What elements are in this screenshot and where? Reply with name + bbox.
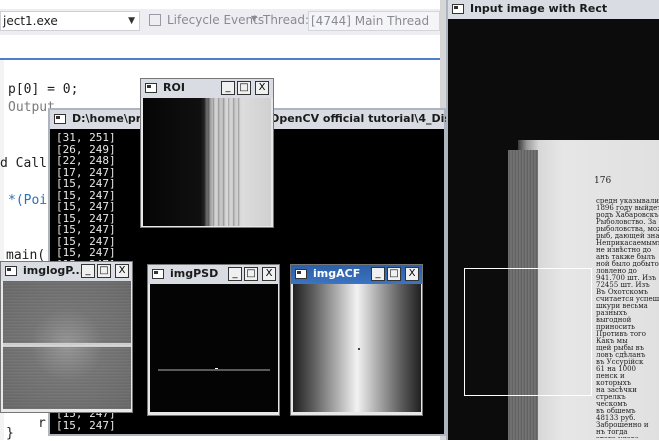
close-button[interactable]: X	[405, 267, 419, 281]
close-button[interactable]: X	[262, 267, 276, 281]
minimize-button[interactable]: _	[371, 267, 385, 281]
imglogpsd-title: imglogP...	[23, 264, 84, 277]
minimize-button[interactable]: _	[221, 81, 235, 95]
code-line[interactable]: d Call(	[0, 156, 55, 171]
chevron-down-icon[interactable]: ▼	[251, 14, 257, 23]
console-line: [15, 247]	[56, 418, 116, 432]
imgpsd-title: imgPSD	[170, 267, 219, 280]
input-image-title: Input image with Rect	[470, 2, 608, 15]
code-line[interactable]: p[0] = 0;	[8, 82, 78, 97]
thread-label: Thread:	[263, 13, 310, 27]
close-button[interactable]: X	[115, 264, 129, 278]
chevron-down-icon[interactable]: ▼	[128, 12, 135, 30]
imgacf-title: imgACF	[313, 267, 361, 280]
console-title: D:\home\pr	[72, 112, 142, 125]
console-line: [31, 251]	[56, 131, 116, 144]
roi-title: ROI	[163, 81, 185, 94]
maximize-button[interactable]: □	[387, 267, 401, 281]
maximize-button[interactable]: □	[97, 264, 111, 278]
imgacf-window[interactable]: imgACF _ □ X	[290, 264, 423, 416]
book-text-block: средн указывали1896 году выйдет сродъ Ха…	[596, 198, 659, 438]
console-title-tail: OpenCV official tutorial\4_Disc	[270, 112, 458, 125]
selection-rectangle[interactable]	[464, 268, 592, 396]
window-app-icon	[295, 269, 307, 279]
acf-center-point	[358, 348, 360, 350]
imgacf-titlebar[interactable]: imgACF _ □ X	[291, 265, 422, 284]
window-app-icon	[452, 4, 464, 14]
window-app-icon	[152, 269, 164, 279]
console-line: [15, 247]	[56, 246, 116, 259]
minimize-button[interactable]: _	[228, 267, 242, 281]
console-line: [15, 247]	[56, 200, 116, 213]
log-psd-image	[3, 281, 131, 409]
roi-titlebar[interactable]: ROI _ □ X	[141, 79, 273, 98]
close-button[interactable]: X	[255, 81, 269, 95]
book-page-number: 176	[594, 176, 612, 186]
minimize-button[interactable]: _	[81, 264, 95, 278]
editor-tab-underline	[0, 58, 446, 60]
code-line[interactable]: *(Poi	[8, 193, 47, 208]
book-text-line: этого улова	[596, 436, 659, 439]
acf-image	[293, 284, 421, 412]
console-app-icon	[54, 114, 66, 124]
psd-center-peak	[215, 368, 218, 371]
project-combo-value: ject1.exe	[3, 14, 58, 28]
imgpsd-titlebar[interactable]: imgPSD _ □ X	[148, 265, 279, 284]
input-image-window[interactable]: Input image with Rect 176 средн указывал…	[446, 0, 659, 440]
code-line[interactable]: }	[6, 426, 14, 441]
console-line: [15, 247]	[56, 177, 116, 190]
lifecycle-events-icon[interactable]	[149, 14, 161, 26]
maximize-button[interactable]: □	[244, 267, 258, 281]
input-image-titlebar[interactable]: Input image with Rect	[448, 0, 659, 19]
imglogpsd-titlebar[interactable]: imglogP... _ □ X	[1, 262, 132, 281]
imgpsd-window[interactable]: imgPSD _ □ X	[147, 264, 280, 416]
console-line: [15, 247]	[56, 223, 116, 236]
psd-image	[150, 284, 278, 412]
code-line[interactable]: r	[38, 416, 46, 431]
window-app-icon	[145, 83, 157, 93]
maximize-button[interactable]: □	[237, 81, 251, 95]
imglogpsd-window[interactable]: imglogP... _ □ X	[0, 261, 133, 413]
window-app-icon	[5, 266, 17, 276]
project-combo[interactable]: ject1.exe ▼	[0, 11, 140, 31]
console-line: [22, 248]	[56, 154, 116, 167]
roi-window[interactable]: ROI _ □ X	[140, 78, 274, 228]
roi-image	[143, 98, 271, 226]
lifecycle-events-label[interactable]: Lifecycle Events	[167, 13, 264, 27]
thread-selector[interactable]: [4744] Main Thread	[308, 11, 440, 31]
